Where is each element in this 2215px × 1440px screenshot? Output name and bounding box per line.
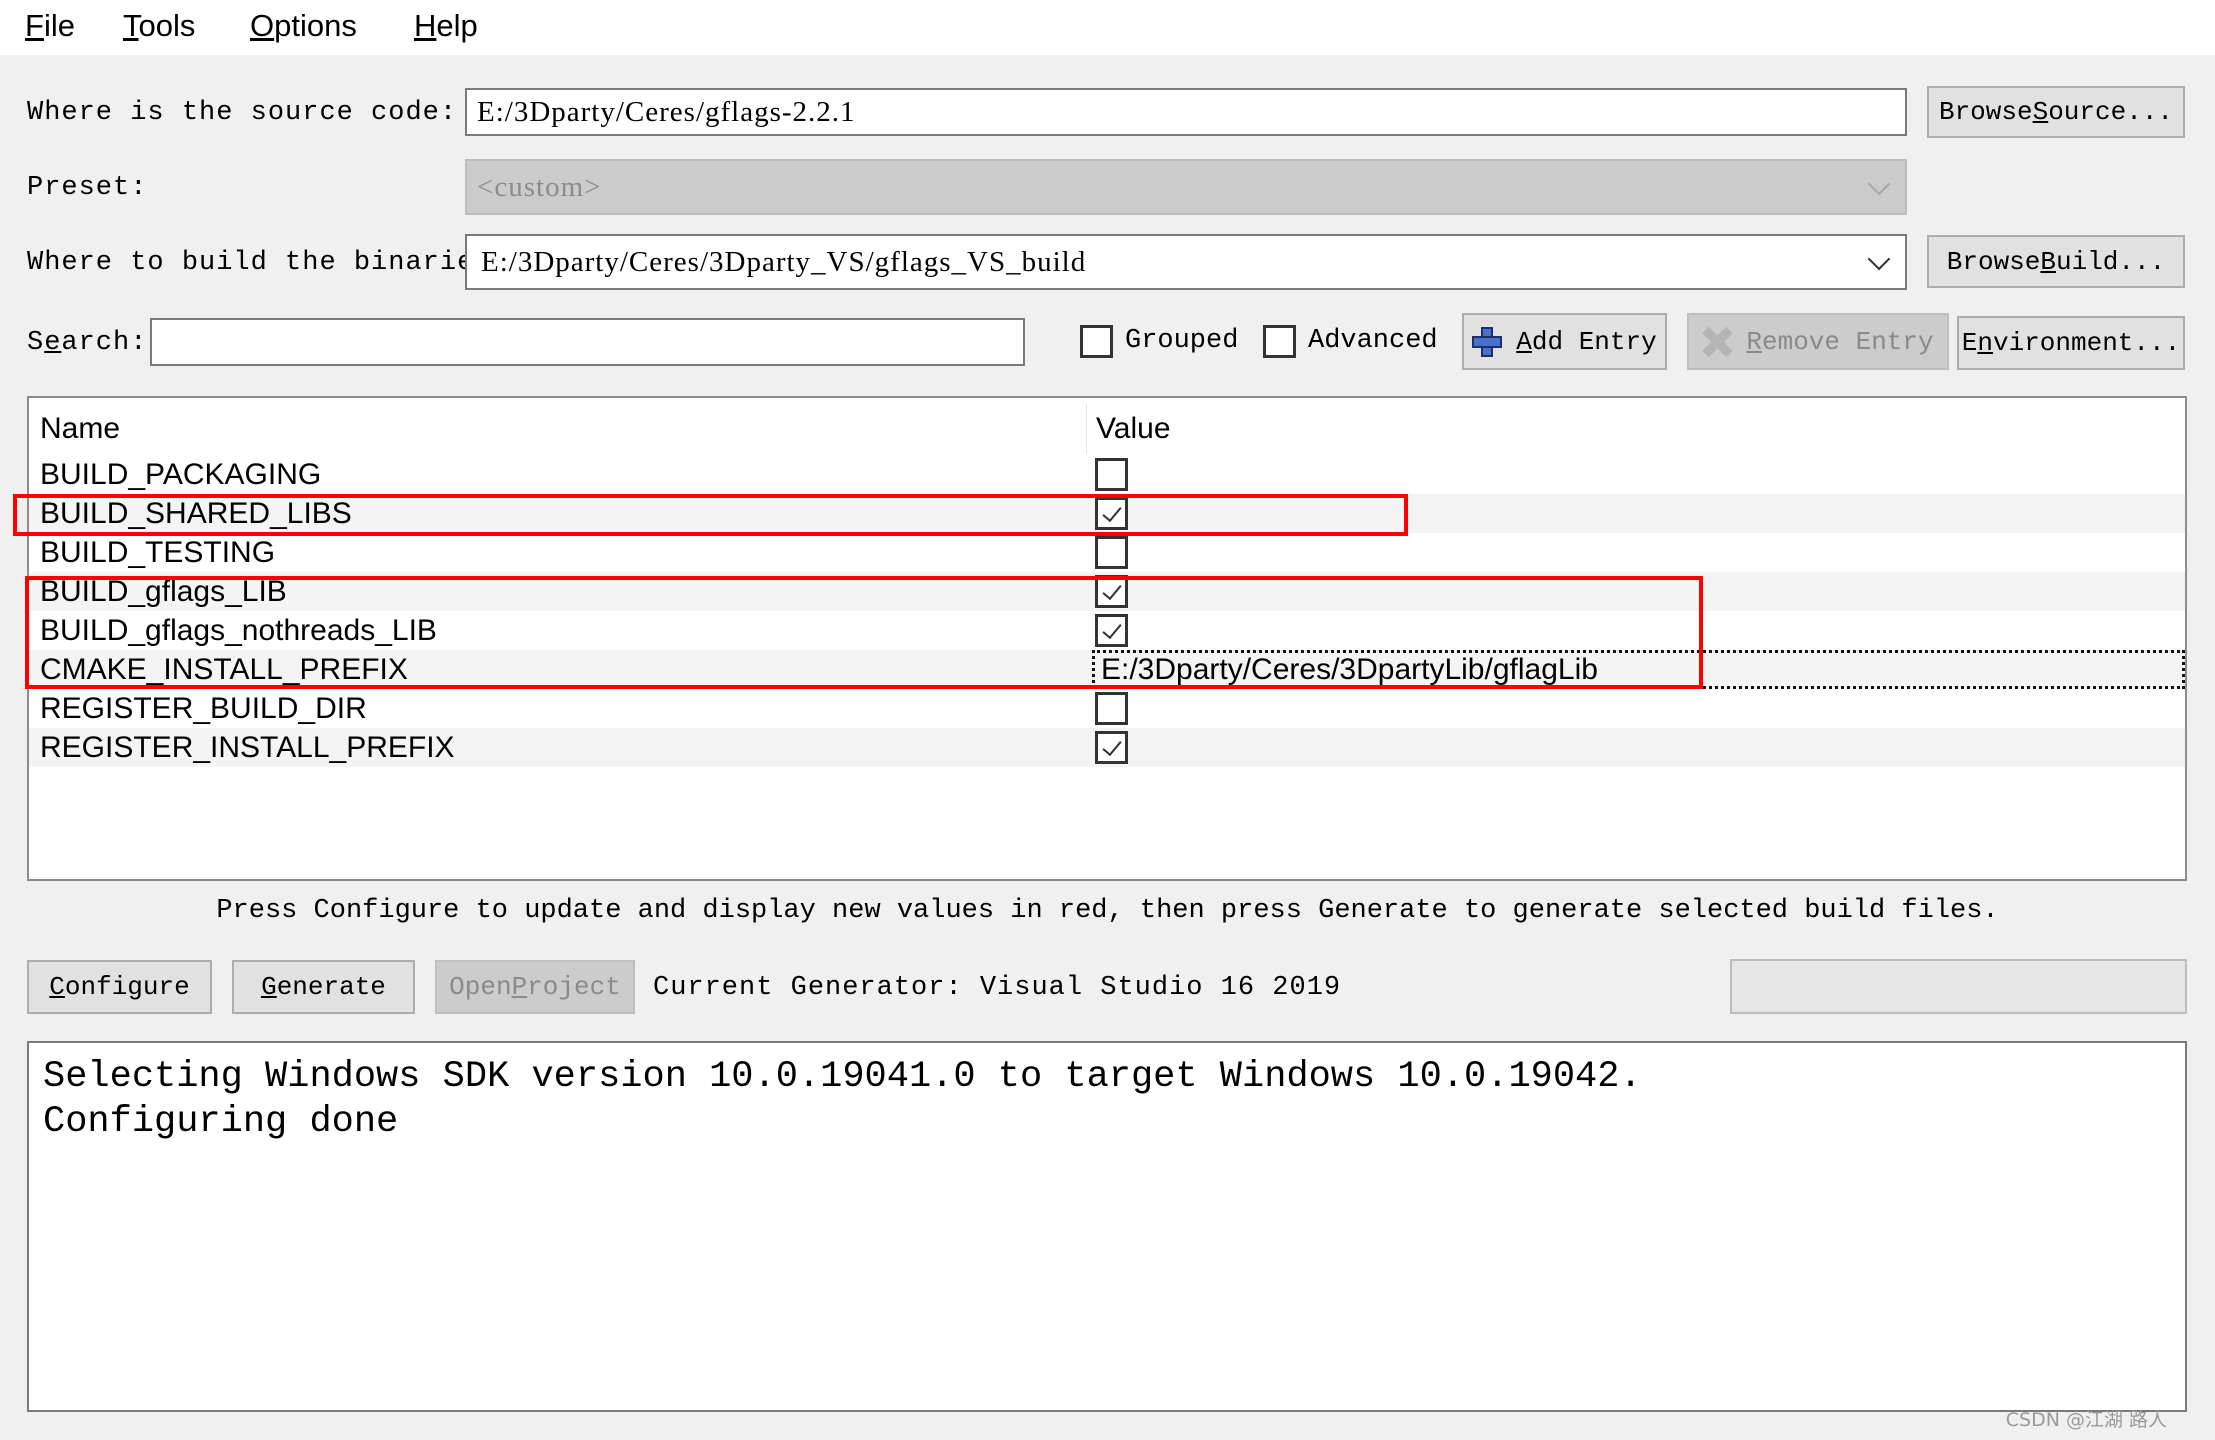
environment-label-rest: vironment... (1992, 328, 2181, 358)
source-path-input[interactable]: E:/3Dparty/Ceres/gflags-2.2.1 (465, 88, 1907, 136)
column-header-value[interactable]: Value (1096, 412, 1171, 446)
build-path-value: E:/3Dparty/Ceres/3Dparty_VS/gflags_VS_bu… (481, 245, 1087, 278)
add-entry-button[interactable]: Add Entry (1462, 313, 1667, 370)
remove-entry-label-rest: emove Entry (1761, 326, 1934, 357)
highlight-box-shared-libs (13, 494, 1408, 536)
open-project-label: Open (449, 972, 512, 1002)
chevron-down-icon[interactable] (1867, 247, 1891, 271)
progress-bar (1730, 959, 2187, 1014)
configure-mnemonic: C (49, 972, 65, 1002)
menu-options-label: ptions (274, 8, 357, 43)
open-project-label-rest: roject (527, 972, 621, 1002)
menu-help-mnemonic: H (414, 8, 437, 43)
generate-label: enerate (276, 972, 386, 1002)
column-divider[interactable] (1086, 404, 1087, 454)
browse-source-label-rest: ource... (2048, 97, 2174, 127)
remove-entry-mnemonic: R (1746, 326, 1762, 357)
browse-source-label: Browse (1938, 97, 2033, 127)
menu-file-mnemonic: F (25, 8, 44, 43)
menu-options[interactable]: Options (250, 6, 357, 46)
search-input[interactable] (150, 318, 1025, 366)
open-project-button[interactable]: Open Project (435, 960, 635, 1014)
add-entry-label-rest: dd Entry (1531, 326, 1657, 357)
browse-build-label: Browse (1946, 246, 2041, 277)
environment-label: E (1961, 328, 1978, 358)
preset-select[interactable]: <custom> (465, 159, 1907, 215)
grouped-label[interactable]: Grouped (1125, 324, 1238, 358)
output-log[interactable]: Selecting Windows SDK version 10.0.19041… (27, 1041, 2187, 1412)
status-message: Press Configure to update and display ne… (216, 896, 1999, 926)
cell-name: BUILD_TESTING (40, 536, 276, 569)
preset-label: Preset: (27, 173, 148, 203)
source-path-value: E:/3Dparty/Ceres/gflags-2.2.1 (477, 95, 856, 128)
advanced-checkbox[interactable] (1263, 325, 1296, 358)
table-row[interactable]: BUILD_TESTING (29, 533, 2185, 572)
browse-build-mnemonic: B (2040, 246, 2056, 277)
search-label-mnemonic: e (44, 328, 62, 358)
browse-build-button[interactable]: Browse Build... (1927, 235, 2185, 288)
menu-help-label: elp (436, 8, 478, 43)
watermark: CSDN @江湖 路人 (2005, 1409, 2167, 1431)
configure-label: onfigure (64, 972, 190, 1002)
chevron-down-icon (1867, 172, 1891, 196)
cell-name: REGISTER_INSTALL_PREFIX (40, 731, 455, 764)
browse-build-label-rest: uild... (2056, 246, 2166, 277)
remove-entry-label: Remove Entry (1746, 327, 1933, 357)
advanced-label[interactable]: Advanced (1308, 324, 1438, 358)
plus-icon (1472, 326, 1503, 357)
remove-icon (1702, 327, 1732, 357)
add-entry-label: Add Entry (1516, 327, 1656, 357)
environment-mnemonic: n (1977, 328, 1993, 358)
build-path-combobox[interactable]: E:/3Dparty/Ceres/3Dparty_VS/gflags_VS_bu… (465, 234, 1907, 290)
cell-name: BUILD_PACKAGING (40, 458, 322, 491)
search-label-text: S (27, 328, 45, 358)
open-project-mnemonic: P (511, 972, 528, 1002)
grouped-checkbox[interactable] (1080, 325, 1113, 358)
menu-file[interactable]: File (25, 6, 75, 46)
preset-value: <custom> (477, 170, 602, 203)
menu-tools-mnemonic: T (123, 8, 139, 43)
build-label: Where to build the binaries: (27, 248, 509, 278)
value-checkbox[interactable] (1095, 536, 1128, 569)
browse-source-button[interactable]: Browse Source... (1927, 86, 2185, 138)
add-entry-mnemonic: A (1516, 326, 1532, 357)
menu-options-mnemonic: O (250, 8, 275, 43)
generate-button[interactable]: Generate (232, 960, 415, 1014)
highlight-box-gflags-install (25, 576, 1703, 689)
value-checkbox[interactable] (1095, 692, 1128, 725)
browse-source-mnemonic: S (2032, 97, 2049, 127)
configure-button[interactable]: Configure (27, 960, 212, 1014)
search-label-rest: arch: (61, 328, 148, 358)
menu-bar: File Tools Options Help (0, 0, 2215, 55)
menu-tools[interactable]: Tools (123, 6, 195, 46)
value-checkbox[interactable] (1095, 731, 1128, 764)
table-row[interactable]: REGISTER_BUILD_DIR (29, 689, 2185, 728)
table-row[interactable]: BUILD_PACKAGING (29, 455, 2185, 494)
column-header-name[interactable]: Name (40, 412, 120, 446)
menu-tools-label: ools (138, 8, 196, 43)
value-checkbox[interactable] (1095, 458, 1128, 491)
table-row[interactable]: REGISTER_INSTALL_PREFIX (29, 728, 2185, 767)
cell-name: REGISTER_BUILD_DIR (40, 692, 367, 725)
generate-mnemonic: G (261, 972, 277, 1002)
environment-button[interactable]: En vironment... (1957, 316, 2185, 370)
current-generator: Current Generator: Visual Studio 16 2019 (653, 973, 1342, 1003)
source-label: Where is the source code: (27, 98, 458, 128)
remove-entry-button[interactable]: Remove Entry (1687, 313, 1949, 370)
menu-file-label: ile (43, 8, 75, 43)
menu-help[interactable]: Help (414, 6, 478, 46)
search-label: Search: (27, 326, 147, 360)
